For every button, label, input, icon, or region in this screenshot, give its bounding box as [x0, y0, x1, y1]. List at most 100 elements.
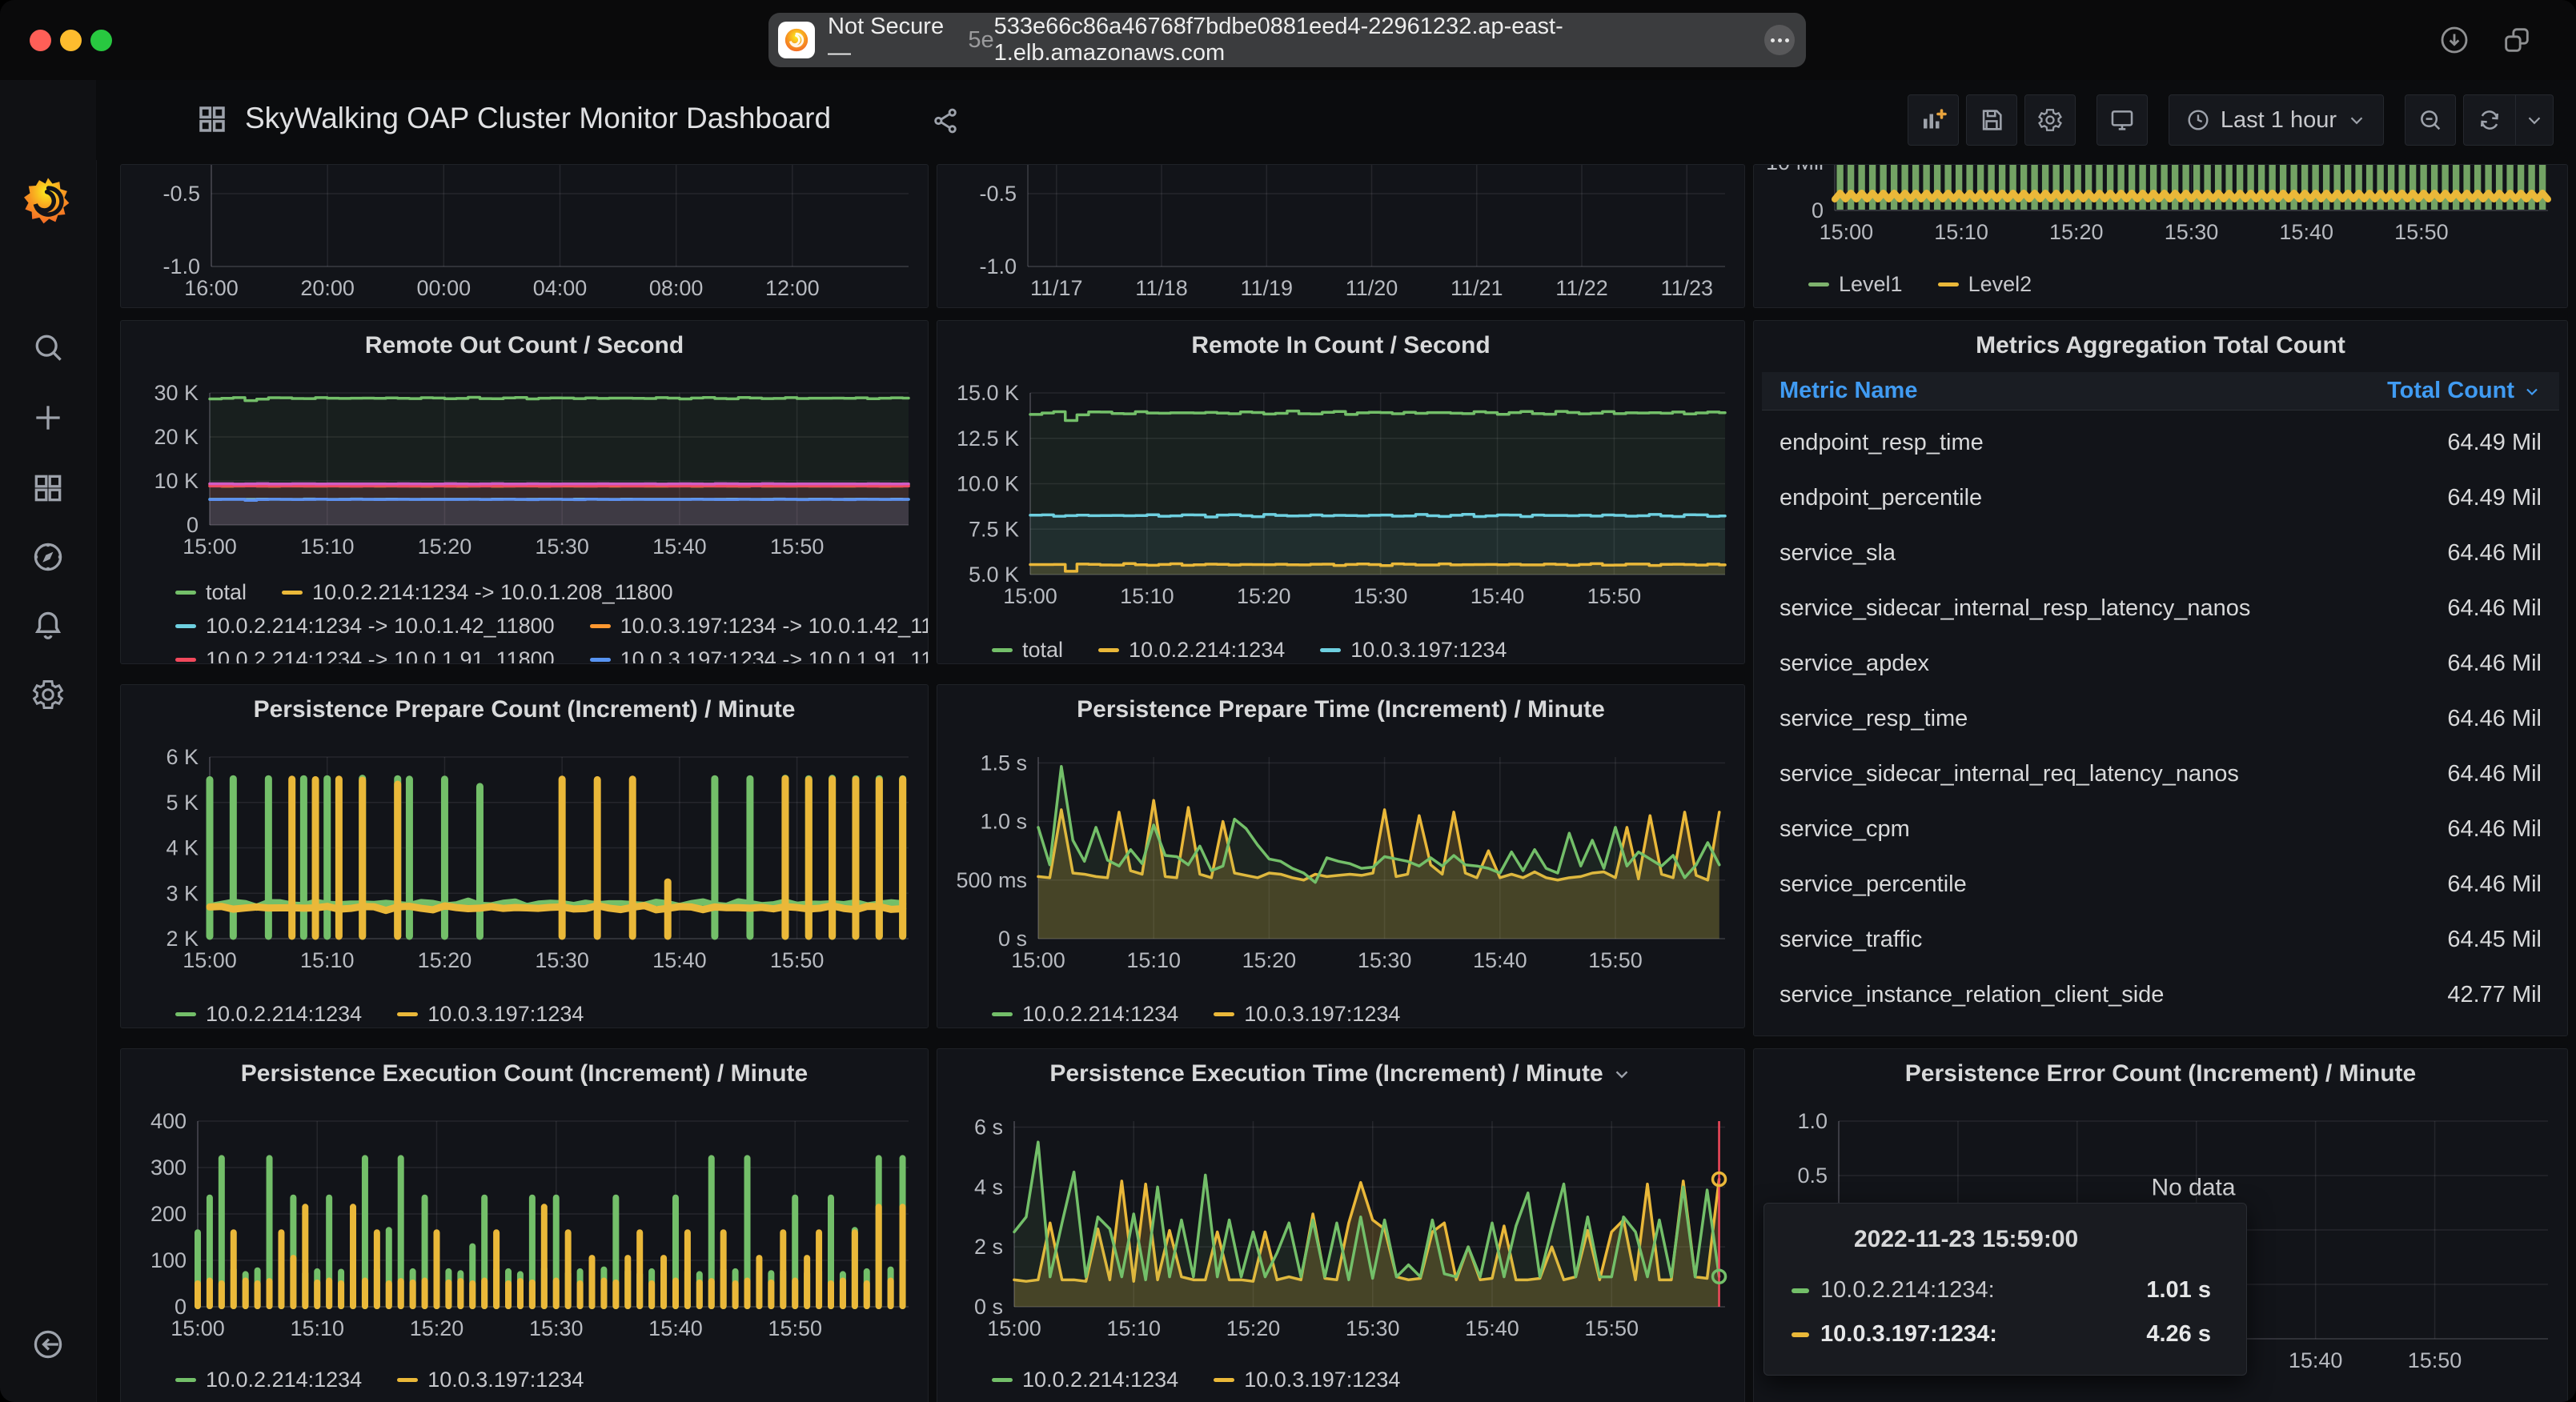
svg-text:0 s: 0 s — [998, 927, 1027, 951]
svg-text:No data: No data — [2151, 1174, 2235, 1200]
chart-area[interactable]: 015:00 15:10 15:20 15:30 15:40 15:50 10 Mil — [1759, 165, 2562, 257]
metric-name-cell: service_apdex — [1780, 651, 1929, 676]
panel-title[interactable]: Persistence Prepare Time (Increment) / M… — [937, 696, 1744, 723]
total-count-cell: 42.77 Mil — [2447, 982, 2542, 1007]
panel-title[interactable]: Persistence Error Count (Increment) / Mi… — [1754, 1060, 2567, 1088]
refresh-button[interactable] — [2464, 95, 2516, 145]
legend-item[interactable]: total — [992, 638, 1063, 663]
copy-tabs-icon[interactable] — [2501, 24, 2533, 56]
legend-item[interactable]: 10.0.3.197:1234 — [1320, 638, 1507, 663]
chart-area[interactable]: 5.0 K 7.5 K 10.0 K 12.5 K 15.0 K 15:00 15:10 15… — [942, 369, 1739, 617]
legend-item[interactable]: 10.0.3.197:1234 — [1214, 1002, 1400, 1027]
svg-text:15:40: 15:40 — [648, 1316, 703, 1340]
configuration-gear-icon[interactable] — [30, 677, 66, 712]
minimize-window-button[interactable] — [60, 30, 82, 51]
panel-menu-chevron-icon[interactable] — [1611, 1064, 1632, 1084]
total-count-cell: 64.46 Mil — [2447, 761, 2542, 787]
legend-item[interactable]: 10.0.3.197:1234 -> 10.0.1.42_11800 — [589, 614, 928, 639]
chart-area[interactable]: 0 s 500 ms 1.0 s 1.5 s 15:00 15:10 15:20 15:30 1… — [942, 733, 1739, 981]
legend-item[interactable]: 10.0.2.214:1234 -> 10.0.1.208_11800 — [282, 580, 673, 605]
sign-in-icon[interactable] — [30, 1327, 66, 1362]
total-count-cell: 64.46 Mil — [2447, 595, 2542, 621]
page-title[interactable]: SkyWalking OAP Cluster Monitor Dashboard — [245, 102, 831, 135]
legend-item[interactable]: 10.0.3.197:1234 — [397, 1368, 584, 1392]
url-text: 533e66c86a46768f7bdbe0881eed4-22961232.a… — [993, 14, 1563, 66]
legend-item[interactable]: 10.0.3.197:1234 -> 10.0.1.91_11800 — [589, 647, 928, 663]
legend-item[interactable]: 10.0.2.214:1234 -> 10.0.1.91_11800 — [175, 647, 555, 663]
legend-row: Level1 Level2 — [1808, 267, 2559, 301]
create-plus-icon[interactable] — [30, 400, 66, 435]
legend-item[interactable]: Level1 — [1808, 272, 1903, 297]
legend-item[interactable]: 10.0.2.214:1234 — [992, 1368, 1178, 1392]
svg-text:15:20: 15:20 — [1237, 584, 1291, 608]
share-icon[interactable] — [930, 106, 961, 136]
alerting-bell-icon[interactable] — [30, 608, 66, 643]
panel-title[interactable]: Metrics Aggregation Total Count — [1754, 332, 2567, 359]
column-header-total-count[interactable]: Total Count — [2387, 378, 2542, 404]
total-count-cell: 64.46 Mil — [2447, 871, 2542, 897]
legend-item[interactable]: 10.0.2.214:1234 — [1098, 638, 1285, 663]
panel-title[interactable]: Persistence Prepare Count (Increment) / … — [121, 696, 928, 723]
svg-text:2 K: 2 K — [166, 927, 199, 951]
chart-area[interactable]: 0 100 200 300 400 15:00 15:10 15:20 15:30 15:40 15… — [126, 1100, 923, 1340]
sidebar — [0, 80, 97, 1402]
close-window-button[interactable] — [30, 30, 51, 51]
legend-item[interactable]: 10.0.3.197:1234 — [397, 1002, 584, 1027]
zoom-out-button[interactable] — [2405, 94, 2456, 146]
svg-text:15.0 K: 15.0 K — [957, 381, 1019, 405]
chart-area[interactable]: -0.5 -1.0 16:00 20:00 00:00 04:00 08:00 12:00 — [126, 165, 923, 307]
grafana-logo-icon[interactable] — [22, 174, 74, 227]
address-bar[interactable]: Not Secure — 5e 533e66c86a46768f7bdbe088… — [768, 13, 1806, 67]
panel-title[interactable]: Remote Out Count / Second — [121, 332, 928, 359]
legend-item[interactable]: 10.0.2.214:1234 — [175, 1002, 362, 1027]
legend-swatch-icon — [175, 590, 196, 595]
svg-text:0 s: 0 s — [974, 1295, 1003, 1319]
svg-text:15:50: 15:50 — [2394, 220, 2449, 244]
tv-mode-button[interactable] — [2096, 94, 2148, 146]
legend-item[interactable]: 10.0.3.197:1234 — [1214, 1368, 1400, 1392]
search-icon[interactable] — [30, 330, 66, 365]
svg-text:15:50: 15:50 — [1588, 948, 1643, 972]
legend-swatch-icon — [1214, 1377, 1235, 1382]
chart-area[interactable]: -0.5 -1.0 11/17 11/18 11/19 11/20 11/21 11/22 11… — [942, 165, 1739, 307]
legend-item[interactable]: 10.0.2.214:1234 — [175, 1368, 362, 1392]
svg-text:1.5 s: 1.5 s — [980, 751, 1027, 775]
metric-name-cell: endpoint_percentile — [1780, 485, 1983, 511]
svg-text:15:30: 15:30 — [1354, 584, 1408, 608]
chart-area[interactable]: 0 10 K 20 K 30 K 15:00 15:10 15:20 15:30 15:40 15… — [126, 369, 923, 567]
panel-title[interactable]: Persistence Execution Time (Increment) /… — [937, 1060, 1744, 1088]
svg-text:15:20: 15:20 — [1242, 948, 1297, 972]
chart-area[interactable]: 2 K 3 K 4 K 5 K 6 K 15:00 15:10 15:20 15:30 15:40… — [126, 733, 923, 981]
chart-area[interactable]: 0 s 2 s 4 s 6 s 15:00 15:10 15:20 15:30 15:40 15:… — [942, 1100, 1739, 1340]
legend-item[interactable]: total — [175, 580, 247, 605]
legend-swatch-icon — [1808, 282, 1829, 286]
url-dim-part: 5e — [968, 26, 994, 53]
explore-compass-icon[interactable] — [30, 539, 66, 575]
svg-text:7.5 K: 7.5 K — [969, 517, 1019, 541]
help-icon[interactable] — [30, 1399, 66, 1402]
more-icon[interactable] — [1764, 25, 1795, 55]
save-dashboard-button[interactable] — [1965, 94, 2017, 146]
screen: Not Secure — 5e 533e66c86a46768f7bdbe088… — [0, 0, 2576, 1402]
time-range-picker[interactable]: Last 1 hour — [2168, 94, 2384, 146]
column-header-metric-name[interactable]: Metric Name — [1780, 378, 1917, 404]
svg-text:15:10: 15:10 — [1126, 948, 1181, 972]
legend-row: 10.0.2.214:1234 10.0.3.197:1234 — [175, 1363, 920, 1396]
legend-row: 10.0.2.214:1234 10.0.3.197:1234 — [992, 1363, 1736, 1396]
svg-text:4 s: 4 s — [974, 1175, 1003, 1199]
legend-item[interactable]: Level2 — [1937, 272, 2032, 297]
download-icon[interactable] — [2438, 24, 2470, 56]
table-row: service_percentile 64.46 Mil — [1762, 857, 2559, 912]
add-panel-button[interactable] — [1907, 94, 1959, 146]
maximize-window-button[interactable] — [90, 30, 112, 51]
panel-title[interactable]: Persistence Execution Count (Increment) … — [121, 1060, 928, 1088]
svg-text:15:40: 15:40 — [2289, 1348, 2343, 1372]
refresh-interval-chevron[interactable] — [2516, 95, 2553, 145]
svg-text:0: 0 — [1812, 198, 1824, 222]
legend-item[interactable]: 10.0.2.214:1234 — [992, 1002, 1178, 1027]
legend-item[interactable]: 10.0.2.214:1234 -> 10.0.1.42_11800 — [175, 614, 555, 639]
dashboards-icon[interactable] — [30, 471, 66, 506]
panel-title[interactable]: Remote In Count / Second — [937, 332, 1744, 359]
dashboard-settings-button[interactable] — [2024, 94, 2076, 146]
apps-grid-icon[interactable] — [195, 102, 229, 136]
